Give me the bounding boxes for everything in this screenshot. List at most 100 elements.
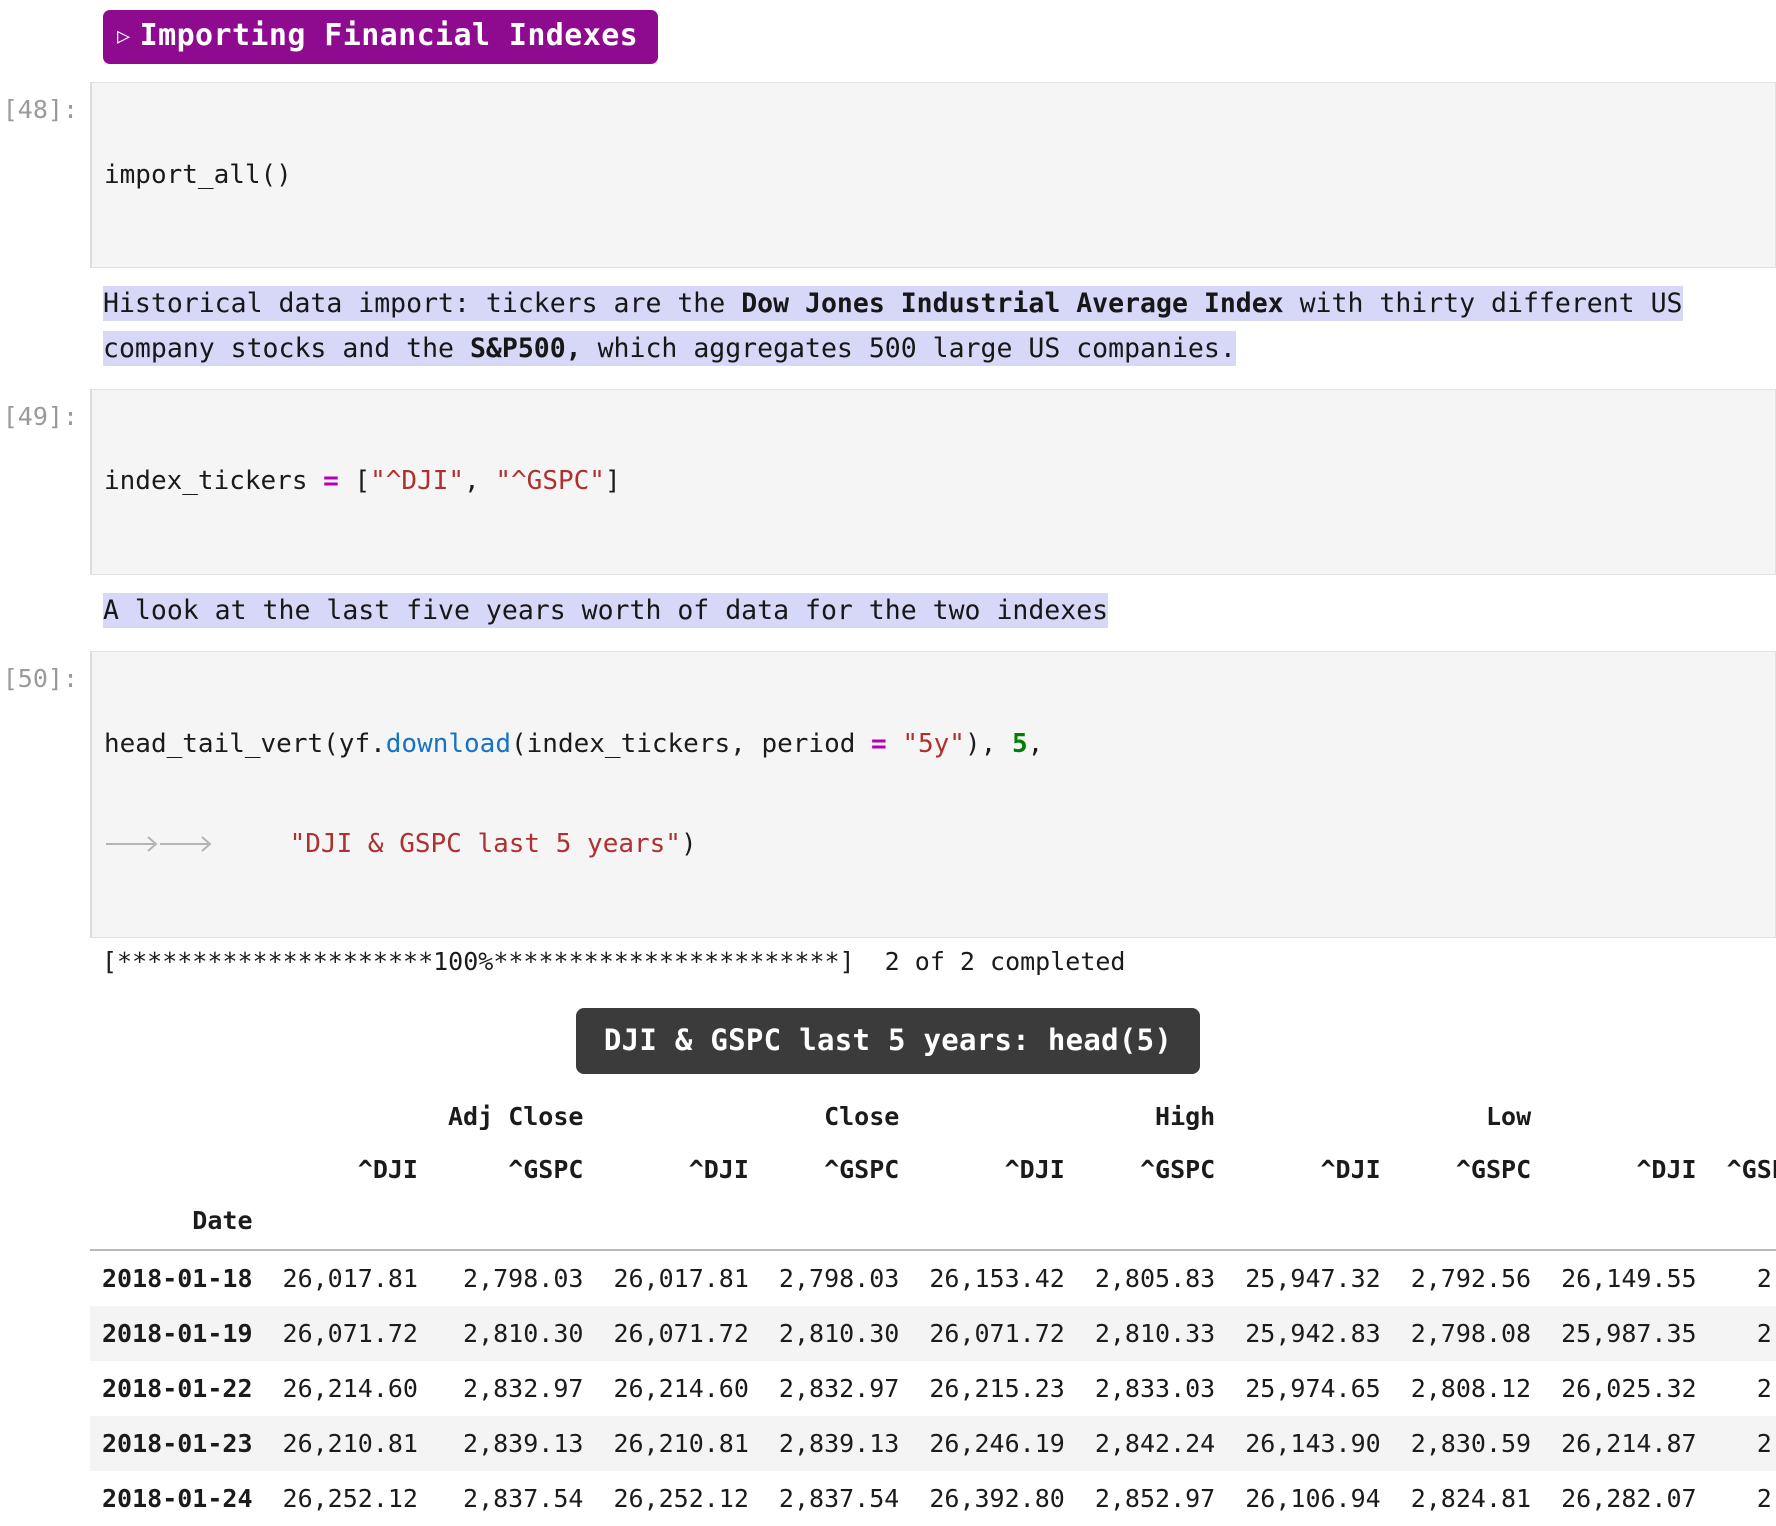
cell-value: 26,149.55 <box>1561 1264 1697 1294</box>
output-gutter <box>0 946 90 979</box>
cell-value: 26,252.12 <box>613 1484 749 1514</box>
md-part: Historical data import: tickers are the <box>103 288 742 320</box>
header-row-level1: ^DJI ^GSPC ^DJI ^GSPC ^DJI ^GSPC ^DJI ^G… <box>90 1149 1776 1202</box>
header-group-close: Close <box>824 1102 900 1132</box>
table-row: 2018-01-24 26,252.12 2,837.54 26,252.12 … <box>90 1471 1776 1526</box>
cell-value: 2,824.81 <box>1410 1484 1532 1514</box>
header-group-blank <box>1531 1096 1696 1149</box>
dataframe-body: 2018-01-18 26,017.81 2,798.03 26,017.81 … <box>90 1250 1776 1526</box>
header-ticker: ^GSPC <box>824 1155 900 1185</box>
code-token: (index_tickers, period <box>511 728 872 759</box>
cell-prompt-50: [50]: <box>2 664 78 694</box>
code-input-48[interactable]: import_all() <box>90 82 1776 269</box>
code-token: index_tickers <box>104 466 324 497</box>
markdown-text-1: Historical data import: tickers are the … <box>103 282 1736 371</box>
header-row-index-name: Date <box>90 1202 1776 1252</box>
indent-guide-arrows-icon <box>104 829 227 859</box>
cell-value: 25,947.32 <box>1245 1264 1381 1294</box>
code-token-operator: = <box>323 466 339 497</box>
header-group-low: Low <box>1485 1102 1532 1132</box>
code-line: import_all() <box>104 159 1775 192</box>
code-line-continuation: "DJI & GSPC last 5 years") <box>104 828 1775 861</box>
row-index-date: 2018-01-19 <box>102 1319 253 1349</box>
code-token: ] <box>604 466 621 497</box>
header-index-name: Date <box>90 1202 253 1252</box>
cell-value: 26,392.80 <box>929 1484 1065 1514</box>
cell-value: 25,974.65 <box>1245 1374 1381 1404</box>
code-cell-50[interactable]: [50]: head_tail_vert(yf.download(index_t… <box>0 651 1776 938</box>
cell-value: 2,805.83 <box>1094 1264 1216 1294</box>
header-group-adj-close: Adj Close <box>447 1102 584 1132</box>
cell-prompt-49: [49]: <box>2 401 78 431</box>
cell-value: 2,792.56 <box>1410 1264 1532 1294</box>
cell-value: 26,153.42 <box>929 1264 1065 1294</box>
header-spacer <box>1696 1202 1776 1252</box>
cell-value: 26,214.60 <box>282 1374 418 1404</box>
cell-value: 2,8 <box>1756 1264 1776 1294</box>
code-token: ) <box>680 828 697 859</box>
code-cell-48[interactable]: [48]: import_all() <box>0 82 1776 269</box>
cell-value: 26,214.60 <box>613 1374 749 1404</box>
header-spacer <box>1064 1202 1216 1252</box>
code-token-string: "^DJI" <box>370 466 465 497</box>
table-title-wrapper: DJI & GSPC last 5 years: head(5) <box>0 1008 1776 1075</box>
cell-value: 26,252.12 <box>282 1484 418 1514</box>
header-ticker: ^DJI <box>1004 1155 1065 1185</box>
cell-value: 2,839.13 <box>778 1429 900 1459</box>
code-input-49[interactable]: index_tickers = ["^DJI", "^GSPC"] <box>90 388 1776 576</box>
code-token-operator: = <box>871 728 887 759</box>
header-corner-cell <box>90 1096 253 1149</box>
cell-value: 2,842.24 <box>1094 1429 1216 1459</box>
header-spacer <box>1215 1202 1381 1252</box>
header-spacer <box>583 1202 749 1252</box>
code-token: ), <box>964 728 1012 759</box>
md-part-bold: Dow Jones Industrial Average Index <box>741 288 1284 320</box>
header-ticker: ^GSPC <box>1139 1155 1216 1185</box>
markdown-cell-description-2: A look at the last five years worth of d… <box>0 589 1776 633</box>
section-heading-banner: ▷ Importing Financial Indexes <box>103 10 659 64</box>
cell-value: 2,833.03 <box>1094 1374 1216 1404</box>
md-part: which aggregates 500 large US companies. <box>581 332 1236 364</box>
cell-value: 2,839.13 <box>463 1429 584 1459</box>
cell-value: 2,8 <box>1756 1374 1776 1404</box>
cell-value: 26,210.81 <box>613 1429 749 1459</box>
code-input-50[interactable]: head_tail_vert(yf.download(index_tickers… <box>90 651 1776 938</box>
header-spacer <box>252 1202 418 1252</box>
cell-value: 2,832.97 <box>778 1374 900 1404</box>
row-index-date: 2018-01-18 <box>102 1264 253 1294</box>
header-spacer <box>748 1202 900 1252</box>
table-row: 2018-01-22 26,214.60 2,832.97 26,214.60 … <box>90 1361 1776 1417</box>
cell-value: 26,017.81 <box>613 1264 749 1294</box>
cell-value: 2,810.33 <box>1094 1319 1216 1349</box>
dataframe-header: Adj Close Close High Low ^DJI ^GSPC ^DJI… <box>90 1096 1776 1252</box>
md-part: A look at the last five years worth of d… <box>103 593 1109 629</box>
cell-value: 2,8 <box>1756 1484 1776 1514</box>
header-ticker: ^GSPC <box>1455 1155 1532 1185</box>
row-index-date: 2018-01-23 <box>102 1429 253 1459</box>
header-ticker: ^DJI <box>357 1155 418 1185</box>
cell-value: 2,832.97 <box>463 1374 584 1404</box>
code-token: , <box>464 466 496 497</box>
code-cell-49[interactable]: [49]: index_tickers = ["^DJI", "^GSPC"] <box>0 388 1776 576</box>
header-ticker: ^GSPC <box>1726 1155 1776 1185</box>
cell-value: 26,282.07 <box>1561 1484 1697 1514</box>
row-index-date: 2018-01-22 <box>102 1374 253 1404</box>
code-token-function: download <box>385 728 511 759</box>
header-ticker: ^DJI <box>688 1155 749 1185</box>
header-ticker: ^GSPC <box>508 1155 584 1185</box>
code-token-string: "DJI & GSPC last 5 years" <box>289 828 681 859</box>
code-token-string: "5y" <box>902 728 965 759</box>
triangle-right-outline-icon: ▷ <box>117 24 131 49</box>
code-token: [ <box>338 466 371 497</box>
table-row: 2018-01-19 26,071.72 2,810.30 26,071.72 … <box>90 1306 1776 1362</box>
section-heading-text: Importing Financial Indexes <box>139 18 639 53</box>
cell-value: 26,214.87 <box>1561 1429 1697 1459</box>
header-ticker: ^DJI <box>1636 1155 1697 1185</box>
code-token-number: 5 <box>1011 728 1028 759</box>
cell-value: 26,246.19 <box>929 1429 1065 1459</box>
header-group-blank <box>1697 1096 1776 1149</box>
cell-value: 2,808.12 <box>1410 1374 1532 1404</box>
code-token: import_all() <box>104 159 292 190</box>
cell-value: 2,837.54 <box>778 1484 900 1514</box>
